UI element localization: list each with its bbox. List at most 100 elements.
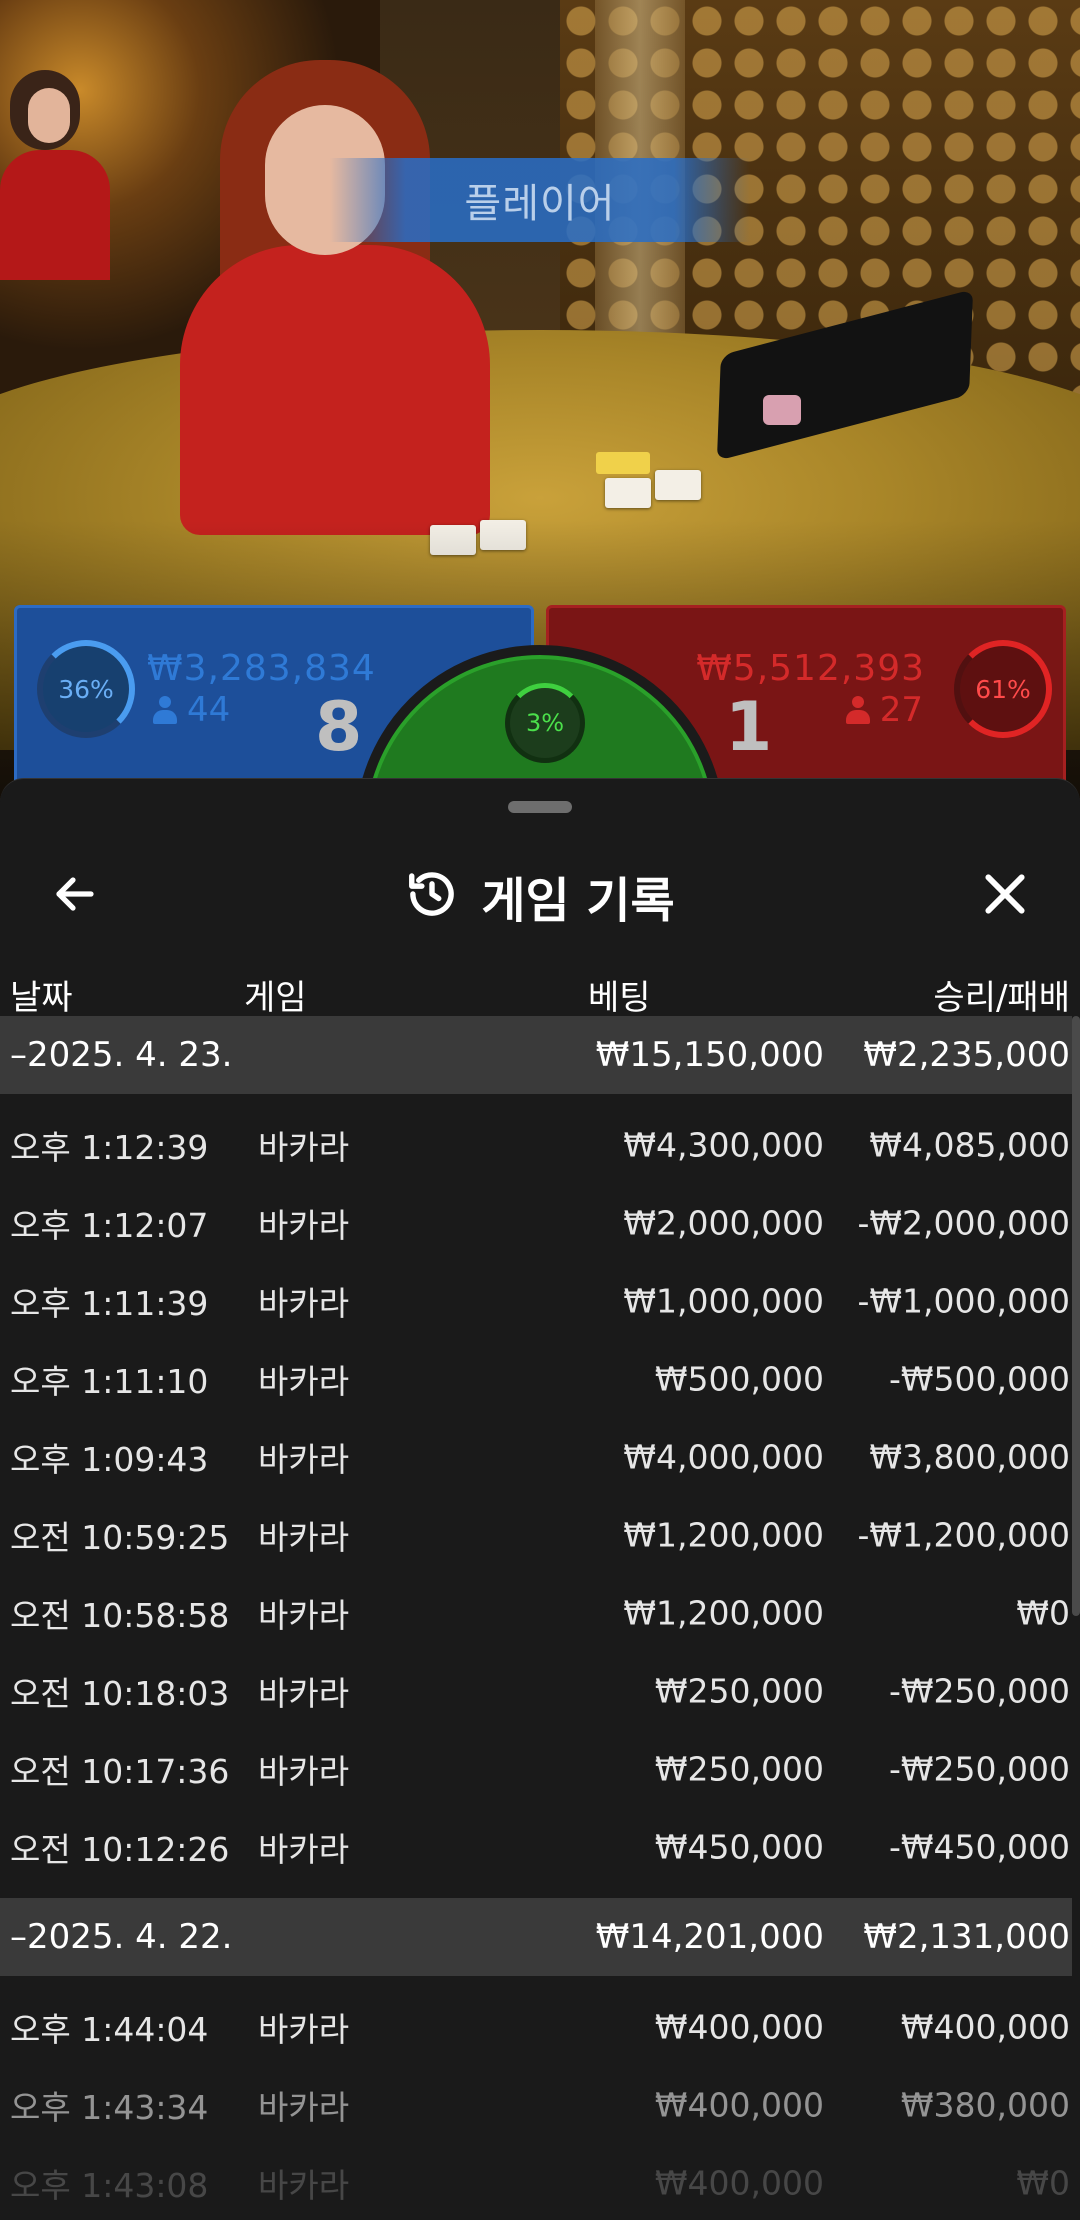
group-date: –2025. 4. 22.: [10, 1917, 233, 1957]
banker-percent-ring: 61%: [954, 640, 1052, 738]
row-bet: ₩2,000,000: [623, 1203, 824, 1243]
drag-handle[interactable]: [508, 801, 572, 813]
shoe-card: [763, 395, 801, 425]
player-bettors-count: 44: [187, 690, 231, 730]
table-card: [605, 478, 651, 508]
player-percent-ring: 36%: [37, 640, 135, 738]
row-result: ₩0: [1016, 1593, 1070, 1633]
row-result: -₩2,000,000: [857, 1203, 1071, 1243]
history-row[interactable]: 오후 1:09:43 바카라 ₩4,000,000 ₩3,800,000: [0, 1418, 1072, 1496]
row-bet: ₩250,000: [654, 1671, 824, 1711]
row-result: ₩380,000: [900, 2085, 1070, 2125]
row-bet: ₩400,000: [654, 2085, 824, 2125]
row-game: 바카라: [258, 1752, 350, 1791]
history-row[interactable]: 오전 10:12:26 바카라 ₩450,000 -₩450,000: [0, 1808, 1072, 1886]
row-bet: ₩1,200,000: [623, 1593, 824, 1633]
row-bet: ₩1,000,000: [623, 1281, 824, 1321]
banker-score: 1: [725, 688, 773, 767]
history-row[interactable]: 오전 10:58:58 바카라 ₩1,200,000 ₩0: [0, 1574, 1072, 1652]
row-bet: ₩4,000,000: [623, 1437, 824, 1477]
sheet-title: 게임 기록: [481, 873, 675, 929]
player-bettors: 44: [153, 690, 230, 730]
background-dealer: [0, 70, 110, 280]
row-game: 바카라: [258, 1284, 350, 1323]
row-time: 오전 10:58:58: [10, 1596, 230, 1635]
row-result: ₩3,800,000: [869, 1437, 1070, 1477]
row-bet: ₩400,000: [654, 2007, 824, 2047]
history-row[interactable]: 오후 1:11:10 바카라 ₩500,000 -₩500,000: [0, 1340, 1072, 1418]
column-date: 날짜: [10, 978, 73, 1018]
group-total-bet: ₩15,150,000: [595, 1035, 824, 1075]
row-time: 오전 10:18:03: [10, 1674, 230, 1713]
history-row[interactable]: 오전 10:17:36 바카라 ₩250,000 -₩250,000: [0, 1730, 1072, 1808]
history-row[interactable]: 오전 10:18:03 바카라 ₩250,000 -₩250,000: [0, 1652, 1072, 1730]
table-chip: [596, 452, 650, 474]
row-result: -₩250,000: [888, 1749, 1070, 1789]
group-date: –2025. 4. 23.: [10, 1035, 233, 1075]
date-group-header[interactable]: –2025. 4. 22. ₩14,201,000 ₩2,131,000: [0, 1898, 1072, 1976]
column-bet: 베팅: [588, 978, 651, 1018]
row-game: 바카라: [258, 1206, 350, 1245]
date-group-header[interactable]: –2025. 4. 23. ₩15,150,000 ₩2,235,000: [0, 1016, 1072, 1094]
row-game: 바카라: [258, 1674, 350, 1713]
history-row[interactable]: 오후 1:44:04 바카라 ₩400,000 ₩400,000: [0, 1988, 1072, 2066]
row-game: 바카라: [258, 1518, 350, 1557]
banker-bet-amount: ₩5,512,393: [696, 648, 925, 689]
row-time: 오후 1:43:08: [10, 2166, 209, 2205]
row-bet: ₩500,000: [654, 1359, 824, 1399]
row-result: -₩1,000,000: [857, 1281, 1071, 1321]
row-game: 바카라: [258, 1128, 350, 1167]
row-time: 오후 1:43:34: [10, 2088, 209, 2127]
history-row[interactable]: 오후 1:43:34 바카라 ₩400,000 ₩380,000: [0, 2066, 1072, 2144]
row-result: -₩500,000: [888, 1359, 1070, 1399]
row-game: 바카라: [258, 1440, 350, 1479]
row-result: -₩450,000: [888, 1827, 1070, 1867]
banker-bettors: 27: [845, 690, 923, 730]
column-game: 게임: [244, 978, 307, 1018]
close-icon: [980, 869, 1030, 923]
dealer: [180, 60, 520, 535]
close-button[interactable]: [970, 861, 1040, 931]
row-result: -₩1,200,000: [857, 1515, 1071, 1555]
row-time: 오후 1:09:43: [10, 1440, 209, 1479]
row-bet: ₩250,000: [654, 1749, 824, 1789]
row-time: 오전 10:59:25: [10, 1518, 230, 1557]
history-row[interactable]: 오후 1:12:07 바카라 ₩2,000,000 -₩2,000,000: [0, 1184, 1072, 1262]
row-result: ₩4,085,000: [869, 1125, 1070, 1165]
game-history-sheet: 게임 기록 날짜 게임 베팅 승리/패배 –2025. 4. 23. ₩15,1…: [0, 778, 1080, 2220]
row-time: 오전 10:12:26: [10, 1830, 230, 1869]
group-total-win: ₩2,131,000: [863, 1917, 1070, 1957]
history-row[interactable]: 오후 1:11:39 바카라 ₩1,000,000 -₩1,000,000: [0, 1262, 1072, 1340]
group-total-bet: ₩14,201,000: [595, 1917, 824, 1957]
row-time: 오후 1:44:04: [10, 2010, 209, 2049]
row-bet: ₩1,200,000: [623, 1515, 824, 1555]
back-button[interactable]: [40, 861, 110, 931]
row-game: 바카라: [258, 1596, 350, 1635]
history-row[interactable]: 오후 1:43:08 바카라 ₩400,000 ₩0: [0, 2144, 1072, 2220]
history-icon: [405, 867, 459, 925]
row-time: 오후 1:12:07: [10, 1206, 209, 1245]
row-game: 바카라: [258, 1362, 350, 1401]
row-bet: ₩450,000: [654, 1827, 824, 1867]
tie-percent-ring: 3%: [505, 683, 585, 763]
history-row[interactable]: 오전 10:59:25 바카라 ₩1,200,000 -₩1,200,000: [0, 1496, 1072, 1574]
row-bet: ₩4,300,000: [623, 1125, 824, 1165]
column-win-loss: 승리/패배: [933, 978, 1070, 1018]
history-list: –2025. 4. 23. ₩15,150,000 ₩2,235,000 오후 …: [0, 1016, 1072, 2220]
result-banner: 플레이어: [330, 158, 750, 242]
player-score: 8: [315, 688, 363, 767]
history-row[interactable]: 오후 1:12:39 바카라 ₩4,300,000 ₩4,085,000: [0, 1106, 1072, 1184]
row-result: ₩400,000: [900, 2007, 1070, 2047]
row-time: 오후 1:11:10: [10, 1362, 209, 1401]
scrollbar[interactable]: [1072, 1016, 1080, 1616]
row-time: 오전 10:17:36: [10, 1752, 230, 1791]
row-game: 바카라: [258, 1830, 350, 1869]
row-time: 오후 1:12:39: [10, 1128, 209, 1167]
banker-bettors-count: 27: [879, 690, 923, 730]
arrow-left-icon: [51, 870, 99, 922]
person-icon: [845, 696, 870, 724]
row-bet: ₩400,000: [654, 2163, 824, 2203]
row-game: 바카라: [258, 2088, 350, 2127]
person-icon: [153, 696, 177, 724]
group-total-win: ₩2,235,000: [863, 1035, 1070, 1075]
